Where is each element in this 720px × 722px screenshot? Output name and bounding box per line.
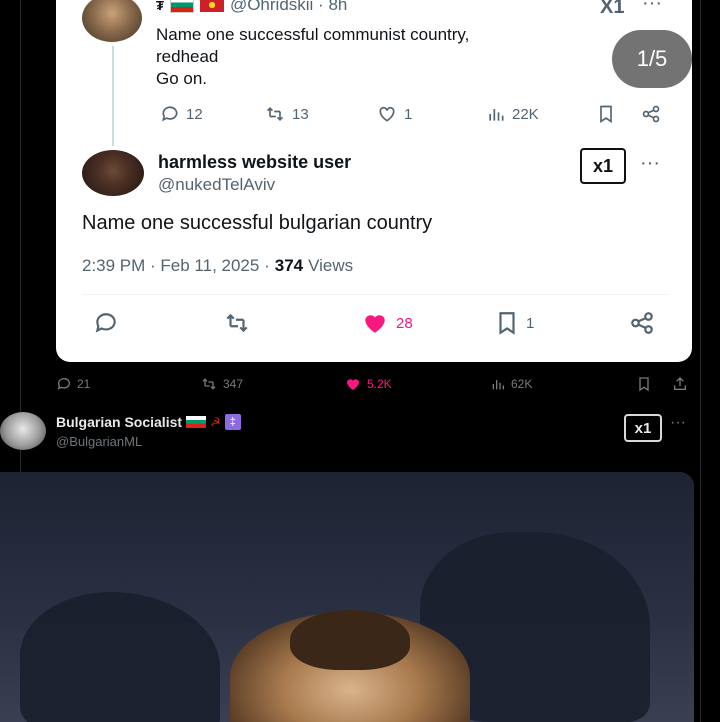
reply-views-count: 374 (274, 256, 304, 275)
reply-author-name[interactable]: harmless website user (158, 152, 351, 173)
parent-like-count: 1 (404, 105, 413, 123)
bookmark-icon (494, 310, 520, 336)
bulgaria-flag-icon (169, 0, 194, 13)
reply-views-label: Views (308, 256, 354, 275)
reply-text: Name one successful bulgarian country (82, 212, 433, 234)
next-grok-label: x1 (634, 419, 652, 437)
parent-bookmark-icon[interactable] (596, 104, 616, 124)
next-author-name[interactable]: Bulgarian Socialist (56, 414, 182, 430)
parent-handle: @Ohridskii · 8h (229, 0, 348, 14)
outer-retweet-icon (200, 376, 218, 392)
outer-heart-filled-icon (344, 376, 362, 392)
next-grok-button[interactable]: x1 (624, 414, 662, 442)
bulgaria-flag-icon (186, 416, 207, 428)
outer-like-button[interactable]: 5.2K (344, 376, 392, 392)
more-icon[interactable]: ··· (642, 0, 662, 15)
screenshot-card: ₮ @Ohridskii · 8h X1 ··· Name one succes… (56, 0, 692, 362)
outer-reply-icon (56, 376, 72, 392)
reply-more-button[interactable]: ··· (640, 152, 660, 175)
handle-line: ₮ @Ohridskii · 8h (156, 0, 347, 16)
parent-views-button[interactable]: 22K (486, 104, 539, 124)
thread-line (112, 46, 114, 146)
parent-share-icon[interactable] (640, 104, 662, 124)
heart-outline-icon (376, 104, 398, 124)
reply-comment-icon[interactable] (92, 310, 120, 336)
grok-button[interactable]: x1 (580, 148, 626, 184)
reply-retweet-icon[interactable] (222, 310, 252, 336)
parent-like-button[interactable]: 1 (376, 104, 412, 124)
next-author-handle[interactable]: @BulgarianML (56, 434, 142, 449)
right-divider (700, 0, 701, 722)
next-more-button[interactable]: ··· (670, 414, 686, 432)
parent-reply-button[interactable]: 12 (160, 104, 203, 124)
hammer-sickle-icon: ☭ (210, 415, 221, 429)
reply-bookmark-count: 1 (526, 314, 535, 332)
outer-like-count: 5.2K (367, 377, 392, 391)
outer-views-button[interactable]: 62K (490, 376, 532, 392)
parent-reply-count: 12 (186, 105, 203, 123)
x-logo-icon[interactable]: X1 (600, 0, 624, 19)
next-author-name-row: Bulgarian Socialist ☭ ‡ (56, 414, 241, 430)
parent-text-line-2: redhead (156, 47, 219, 66)
reply-author-handle[interactable]: @nukedTelAviv (158, 175, 275, 195)
nukedtelaviv-avatar[interactable] (82, 150, 144, 196)
reply-timestamp[interactable]: 2:39 PM · Feb 11, 2025 · (82, 256, 270, 276)
outer-retweet-count: 347 (223, 377, 244, 391)
heart-filled-icon (360, 310, 390, 336)
reply-icon (160, 104, 180, 124)
retweet-icon (264, 104, 286, 124)
wolf-silhouette-left (20, 592, 220, 722)
outer-bookmark-icon[interactable] (636, 376, 652, 392)
reply-like-count: 28 (396, 314, 413, 332)
pager-label: 1/5 (636, 46, 668, 71)
parent-retweet-button[interactable]: 13 (264, 104, 309, 124)
parent-text: Name one successful communist country, r… (156, 24, 616, 90)
reply-bookmark-button[interactable]: 1 (494, 310, 534, 336)
bulgarian-socialist-avatar[interactable] (0, 412, 46, 450)
parent-text-line-3: Go on. (156, 69, 208, 88)
outer-retweet-button[interactable]: 347 (200, 376, 243, 392)
tweet-media-image[interactable] (0, 472, 694, 722)
outer-reply-count: 21 (77, 377, 91, 391)
grok-label: x1 (592, 155, 614, 176)
reply-meta: 2:39 PM · Feb 11, 2025 · 374 Views (82, 256, 353, 276)
reply-share-icon[interactable] (628, 310, 656, 336)
parent-text-line-1: Name one successful communist country, (156, 25, 470, 44)
parent-retweet-count: 13 (292, 105, 309, 123)
views-icon (486, 104, 506, 124)
image-pager-badge: 1/5 (612, 30, 692, 88)
cyrillic-glyph-icon: ₮ (156, 0, 164, 13)
macedonia-flag-icon (199, 0, 224, 12)
fox-hair (290, 610, 410, 670)
reply-like-button[interactable]: 28 (360, 310, 413, 336)
parent-views-count: 22K (512, 105, 539, 123)
outer-share-icon[interactable] (672, 376, 688, 392)
orthodox-cross-icon: ‡ (224, 414, 241, 430)
outer-views-count: 62K (511, 377, 533, 391)
outer-reply-button[interactable]: 21 (56, 376, 90, 392)
meta-divider (82, 294, 668, 295)
outer-views-icon (490, 376, 506, 392)
ohridskii-avatar[interactable] (82, 0, 142, 42)
